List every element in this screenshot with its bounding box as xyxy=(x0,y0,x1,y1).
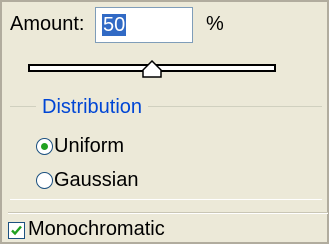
gaussian-label[interactable]: Gaussian xyxy=(54,168,139,192)
add-noise-options-panel: Amount: 50 % Distribution Uniform Gaussi… xyxy=(0,0,329,244)
amount-slider-thumb[interactable] xyxy=(142,59,162,78)
amount-label: Amount: xyxy=(10,13,85,35)
amount-value: 50 xyxy=(102,14,127,36)
percent-unit-label: % xyxy=(206,13,224,35)
monochromatic-label[interactable]: Monochromatic xyxy=(28,217,165,241)
distribution-group-title: Distribution xyxy=(36,95,149,119)
uniform-label[interactable]: Uniform xyxy=(54,134,124,158)
monochromatic-checkbox[interactable] xyxy=(8,222,25,239)
checkmark-icon xyxy=(11,225,22,236)
uniform-radio[interactable] xyxy=(36,138,53,155)
section-divider xyxy=(8,212,328,214)
amount-input[interactable]: 50 xyxy=(95,7,193,43)
gaussian-radio[interactable] xyxy=(36,172,53,189)
radio-selected-dot xyxy=(41,143,48,150)
